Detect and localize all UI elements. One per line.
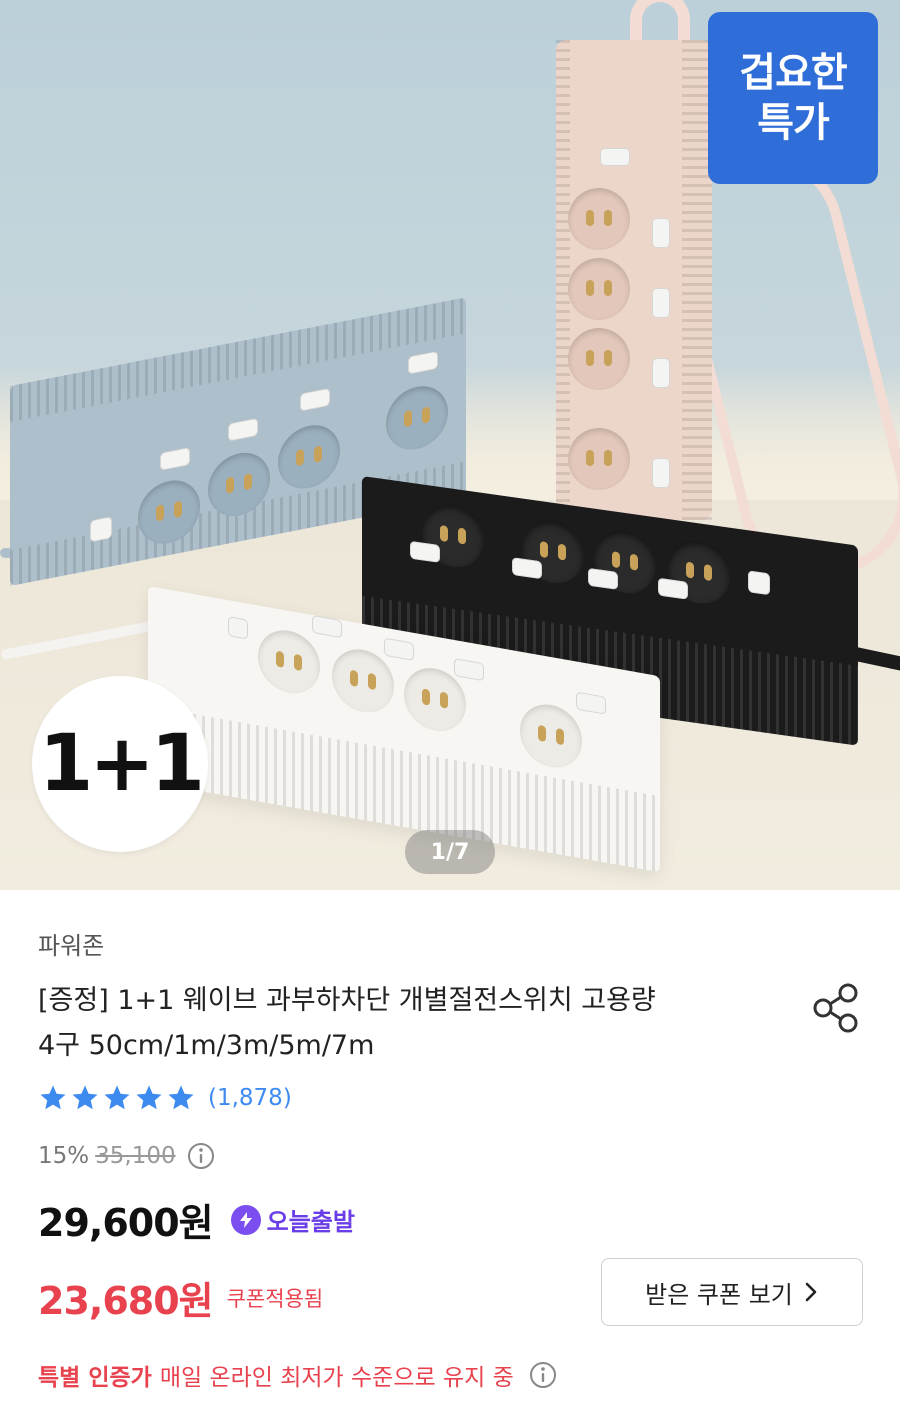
price-row: 29,600원 오늘출발 (38, 1192, 355, 1247)
info-icon[interactable] (528, 1360, 558, 1390)
special-badge-line2: 특가 (757, 100, 830, 146)
image-page-indicator: 1/7 (405, 830, 495, 874)
product-title-line1: [증정] 1+1 웨이브 과부하차단 개별절전스위치 고용량 (38, 985, 656, 1016)
lowest-price-notice: 특별 인증가 매일 온라인 최저가 수준으로 유지 중 (38, 1358, 558, 1392)
discount-rate: 15% (38, 1143, 90, 1169)
special-price-badge: 겁요한 특가 (708, 12, 878, 184)
brand-name[interactable]: 파워존 (38, 926, 104, 961)
review-count[interactable]: (1,878) (208, 1085, 292, 1111)
discount-row: 15% 35,100 (38, 1141, 216, 1171)
view-coupons-label: 받은 쿠폰 보기 (645, 1280, 793, 1309)
today-shipping-badge: 오늘출발 (230, 1202, 355, 1237)
bolt-icon (230, 1204, 261, 1235)
share-icon[interactable] (808, 980, 864, 1036)
product-title-line2: 4구 50cm/1m/3m/5m/7m (38, 1030, 375, 1061)
rating-row[interactable]: (1,878) (38, 1083, 292, 1113)
sale-price: 29,600원 (38, 1201, 214, 1245)
info-icon[interactable] (186, 1141, 216, 1171)
star-icon (40, 1085, 66, 1110)
star-icon (136, 1085, 162, 1110)
product-title: [증정] 1+1 웨이브 과부하차단 개별절전스위치 고용량 4구 50cm/1… (38, 978, 798, 1068)
one-plus-one-badge: 1+1 (32, 676, 208, 852)
pink-power-strip (556, 40, 712, 520)
lowest-price-text: 매일 온라인 최저가 수준으로 유지 중 (159, 1365, 514, 1391)
white-cord (0, 617, 170, 661)
special-badge-line1: 겁요한 (739, 50, 847, 96)
original-price: 35,100 (95, 1143, 176, 1169)
coupon-applied-label: 쿠폰적용됨 (226, 1286, 324, 1311)
star-rating (38, 1083, 196, 1113)
coupon-price-row: 23,680원 쿠폰적용됨 (38, 1270, 323, 1325)
product-image-carousel[interactable]: 겁요한 특가 1+1 1/7 (0, 0, 900, 890)
today-shipping-label: 오늘출발 (266, 1208, 355, 1236)
view-coupons-button[interactable]: 받은 쿠폰 보기 (601, 1258, 863, 1326)
star-icon (104, 1085, 130, 1110)
coupon-price: 23,680원 (38, 1279, 214, 1323)
special-certified-price-label: 특별 인증가 (38, 1365, 152, 1391)
chevron-right-icon (803, 1281, 819, 1303)
star-icon (72, 1085, 98, 1110)
star-icon (168, 1085, 194, 1110)
